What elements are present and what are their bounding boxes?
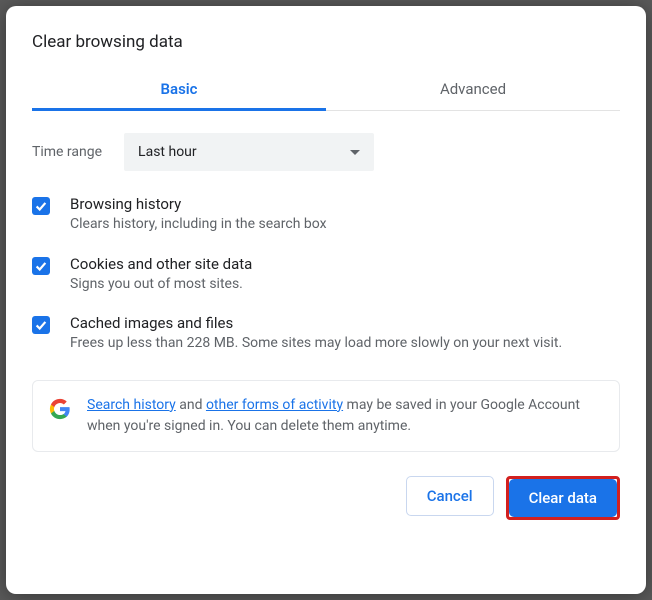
time-range-value: Last hour	[138, 144, 197, 160]
dialog-title: Clear browsing data	[32, 32, 620, 52]
time-range-label: Time range	[32, 144, 102, 160]
chevron-down-icon	[350, 150, 360, 155]
info-text-mid: and	[176, 397, 206, 413]
cancel-button[interactable]: Cancel	[406, 476, 494, 516]
option-subtitle: Clears history, including in the search …	[70, 215, 327, 235]
checkbox-cookies[interactable]	[32, 257, 50, 275]
dialog-buttons: Cancel Clear data	[32, 476, 620, 520]
check-icon	[34, 259, 48, 273]
checkbox-cache[interactable]	[32, 316, 50, 334]
option-cookies: Cookies and other site data Signs you ou…	[32, 255, 620, 295]
option-cache: Cached images and files Frees up less th…	[32, 314, 620, 354]
info-text: Search history and other forms of activi…	[87, 395, 603, 437]
option-subtitle: Signs you out of most sites.	[70, 275, 252, 295]
option-browsing-history: Browsing history Clears history, includi…	[32, 195, 620, 235]
option-title: Cookies and other site data	[70, 255, 252, 273]
time-range-row: Time range Last hour	[32, 133, 620, 171]
option-title: Browsing history	[70, 195, 327, 213]
option-text: Cookies and other site data Signs you ou…	[70, 255, 252, 295]
check-icon	[34, 199, 48, 213]
option-text: Browsing history Clears history, includi…	[70, 195, 327, 235]
search-history-link[interactable]: Search history	[87, 397, 176, 413]
option-title: Cached images and files	[70, 314, 562, 332]
google-logo-icon	[49, 398, 71, 420]
checkbox-browsing-history[interactable]	[32, 197, 50, 215]
google-account-info: Search history and other forms of activi…	[32, 380, 620, 452]
other-activity-link[interactable]: other forms of activity	[206, 397, 343, 413]
tab-advanced[interactable]: Advanced	[326, 70, 620, 110]
clear-data-highlight: Clear data	[506, 476, 620, 520]
time-range-select[interactable]: Last hour	[124, 133, 374, 171]
tabs: Basic Advanced	[32, 70, 620, 111]
clear-data-button[interactable]: Clear data	[509, 479, 617, 517]
clear-browsing-data-dialog: Clear browsing data Basic Advanced Time …	[6, 6, 646, 594]
check-icon	[34, 318, 48, 332]
option-text: Cached images and files Frees up less th…	[70, 314, 562, 354]
option-subtitle: Frees up less than 228 MB. Some sites ma…	[70, 334, 562, 354]
options-list: Browsing history Clears history, includi…	[32, 195, 620, 354]
tab-basic[interactable]: Basic	[32, 70, 326, 110]
